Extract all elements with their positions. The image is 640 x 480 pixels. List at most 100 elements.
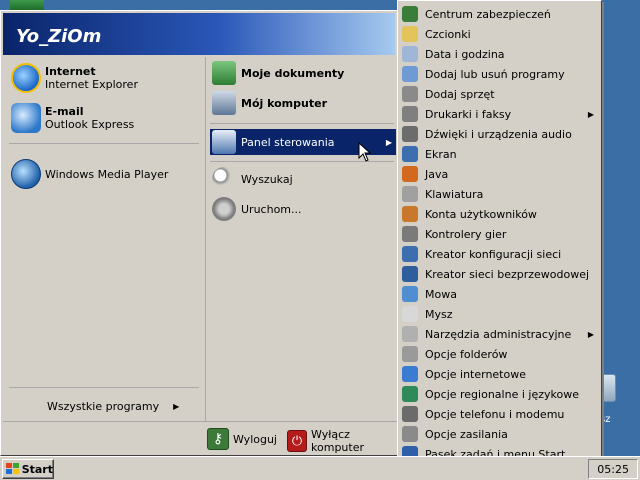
all-programs-label: Wszystkie programy [47,399,160,413]
place-item-label: Mój komputer [241,96,327,110]
recent-item-windows-media-player[interactable]: Windows Media Player [11,159,168,189]
pinned-item-subtitle: Internet Explorer [45,78,138,91]
submenu-item[interactable]: Opcje zasilania [400,424,600,444]
submenu-item[interactable]: Opcje internetowe [400,364,600,384]
submenu-item-label: Centrum zabezpieczeń [425,7,551,21]
submenu-item-label: Java [425,167,449,181]
submenu-item[interactable]: Dodaj sprzęt [400,84,600,104]
keyboard-icon [402,186,418,202]
submenu-item[interactable]: Java [400,164,600,184]
submenu-item[interactable]: Mysz [400,304,600,324]
game-controller-icon [402,226,418,242]
fonts-folder-icon [402,26,418,42]
submenu-item-label: Opcje regionalne i językowe [425,387,579,401]
right-arrow-icon: ▶ [385,137,392,147]
submenu-item[interactable]: Dźwięki i urządzenia audio [400,124,600,144]
submenu-item-label: Dźwięki i urządzenia audio [425,127,572,141]
folder-options-icon [402,346,418,362]
display-icon [402,146,418,162]
start-menu-right-column: Moje dokumenty Mój komputer Panel sterow… [205,57,397,421]
speaker-icon [402,126,418,142]
place-item-my-documents[interactable]: Moje dokumenty [212,61,344,85]
windows-logo-icon [6,463,19,475]
run-icon [212,197,236,221]
submenu-item[interactable]: Opcje folderów [400,344,600,364]
submenu-item[interactable]: Ekran [400,144,600,164]
place-item-label: Panel sterowania [241,135,335,149]
submenu-item-label: Konta użytkowników [425,207,537,221]
submenu-item[interactable]: Kontrolery gier [400,224,600,244]
place-item-search[interactable]: Wyszukaj [212,167,293,191]
submenu-item[interactable]: Opcje telefonu i modemu [400,404,600,424]
submenu-item[interactable]: Data i godzina [400,44,600,64]
outlook-express-icon [11,103,41,133]
submenu-item-label: Data i godzina [425,47,505,61]
place-item-label: Wyszukaj [241,172,293,186]
shutdown-button[interactable]: ⏻ Wyłącz komputer [287,428,397,454]
java-icon [402,166,418,182]
power-options-icon [402,426,418,442]
submenu-item-label: Kreator konfiguracji sieci [425,247,562,261]
clock[interactable]: 05:25 [597,463,629,476]
submenu-item-label: Mowa [425,287,457,301]
submenu-item[interactable]: Czcionki [400,24,600,44]
security-center-icon [402,6,418,22]
place-item-my-computer[interactable]: Mój komputer [212,91,327,115]
submenu-item-label: Czcionki [425,27,471,41]
right-arrow-icon: ▶ [173,401,180,411]
key-icon: ⚷ [207,428,229,450]
admin-tools-icon [402,326,418,342]
submenu-item[interactable]: Mowa [400,284,600,304]
pinned-item-internet[interactable]: Internet Internet Explorer [11,63,138,93]
submenu-item-label: Narzędzia administracyjne [425,327,572,341]
taskbar: Start 05:25 [0,456,640,480]
submenu-item[interactable]: Dodaj lub usuń programy [400,64,600,84]
mouse-cursor-icon [358,142,372,162]
all-programs-button[interactable]: Wszystkie programy ▶ [47,397,179,415]
submenu-item-label: Drukarki i faksy [425,107,512,121]
submenu-item-label: Klawiatura [425,187,484,201]
my-documents-icon [212,61,236,85]
clock-icon [402,46,418,62]
submenu-item[interactable]: Kreator konfiguracji sieci [400,244,600,264]
pinned-item-subtitle: Outlook Express [45,118,135,131]
submenu-item[interactable]: Kreator sieci bezprzewodowej [400,264,600,284]
system-tray: 05:25 [588,459,638,479]
start-label: Start [21,462,53,476]
submenu-item-label: Kreator sieci bezprzewodowej [425,267,590,281]
pinned-item-title: Internet [45,65,96,78]
start-button[interactable]: Start [2,459,54,479]
windows-media-player-icon [11,159,41,189]
right-arrow-icon: ▶ [587,329,594,339]
user-accounts-icon [402,206,418,222]
logoff-label: Wyloguj [233,432,277,446]
pinned-item-email[interactable]: E-mail Outlook Express [11,103,134,133]
place-item-run[interactable]: Uruchom... [212,197,302,221]
speech-icon [402,286,418,302]
printer-icon [402,106,418,122]
divider [9,387,199,388]
submenu-item[interactable]: Konta użytkowników [400,204,600,224]
start-menu-header: Yo_ZiOm [3,13,395,55]
internet-options-icon [402,366,418,382]
logoff-button[interactable]: ⚷ Wyloguj [207,428,277,450]
control-panel-icon [212,130,236,154]
submenu-item[interactable]: Narzędzia administracyjne ▶ [400,324,600,344]
submenu-item-label: Ekran [425,147,457,161]
submenu-item[interactable]: Opcje regionalne i językowe [400,384,600,404]
submenu-item-label: Kontrolery gier [425,227,507,241]
wireless-network-icon [402,266,418,282]
submenu-item[interactable]: Drukarki i faksy ▶ [400,104,600,124]
right-arrow-icon: ▶ [587,109,594,119]
network-setup-icon [402,246,418,262]
shutdown-label: Wyłącz komputer [311,428,365,454]
submenu-item[interactable]: Centrum zabezpieczeń [400,4,600,24]
power-icon: ⏻ [287,430,308,452]
add-hardware-icon [402,86,418,102]
submenu-item-label: Mysz [425,307,453,321]
search-icon [212,167,236,191]
submenu-item-label: Opcje zasilania [425,427,508,441]
submenu-item[interactable]: Klawiatura [400,184,600,204]
globe-icon [402,386,418,402]
desktop-icon[interactable] [10,0,44,10]
